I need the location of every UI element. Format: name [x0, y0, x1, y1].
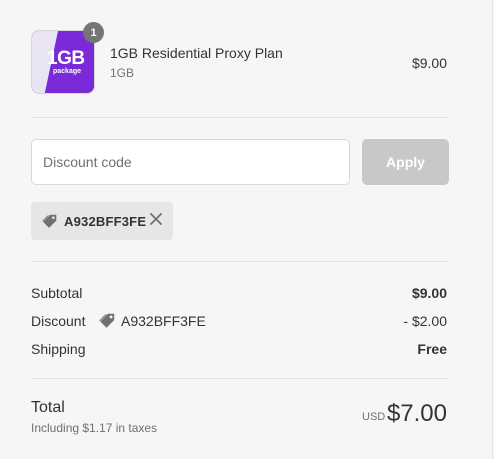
remove-discount-icon[interactable]: [148, 211, 164, 227]
tag-icon: [42, 214, 57, 228]
currency-code: USD: [362, 411, 386, 423]
discount-value: - $2.00: [403, 313, 447, 329]
discount-code-input[interactable]: [31, 139, 350, 185]
tax-note: Including $1.17 in taxes: [31, 421, 158, 435]
apply-discount-button[interactable]: Apply: [362, 139, 449, 185]
product-variant: 1GB: [110, 66, 135, 80]
discount-label: Discount: [31, 313, 86, 329]
applied-discount-chip: A932BFF3FE: [31, 202, 173, 240]
shipping-value: Free: [417, 341, 447, 357]
divider: [31, 378, 449, 379]
quantity-badge: 1: [83, 22, 104, 43]
discount-code-text: A932BFF3FE: [121, 313, 206, 329]
subtotal-value: $9.00: [411, 285, 447, 301]
discount-code-tag: A932BFF3FE: [98, 312, 206, 330]
product-image-subtext: package: [53, 68, 82, 75]
subtotal-label: Subtotal: [31, 285, 83, 301]
product-price: $9.00: [411, 55, 447, 71]
shipping-label: Shipping: [31, 341, 86, 357]
tag-icon: [99, 313, 115, 328]
product-name: 1GB Residential Proxy Plan: [110, 45, 283, 61]
divider: [31, 261, 449, 262]
product-image-text: 1GB: [47, 48, 85, 69]
total-value: $7.00: [386, 400, 447, 427]
divider: [31, 117, 449, 118]
product-thumbnail-wrapper: 1GB package 1: [31, 22, 104, 94]
total-label: Total: [31, 399, 65, 416]
order-summary-panel: 1GB package 1 1GB Residential Proxy Plan…: [0, 0, 493, 459]
applied-discount-code: A932BFF3FE: [64, 213, 147, 229]
